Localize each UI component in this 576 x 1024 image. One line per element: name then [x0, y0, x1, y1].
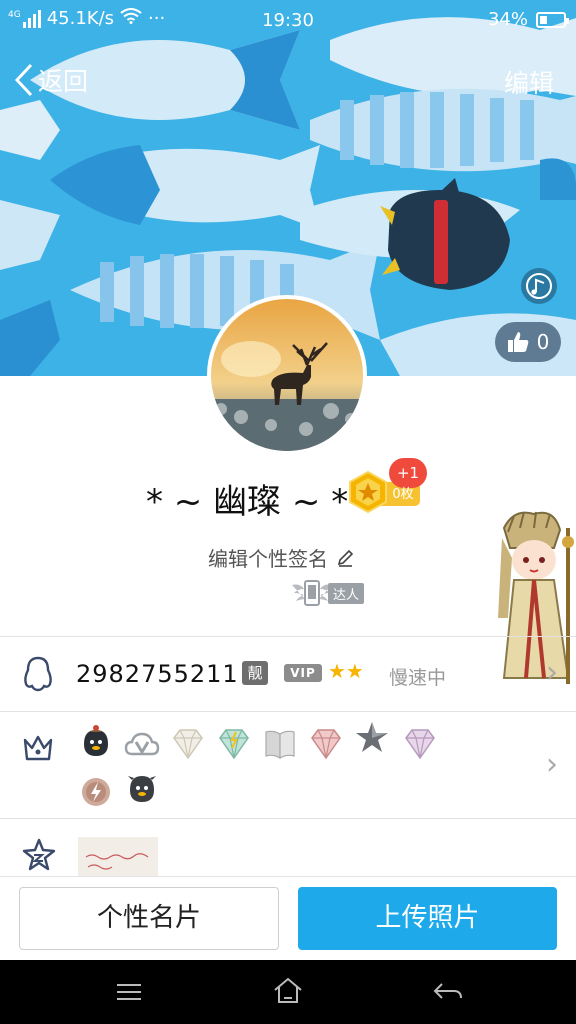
- diamond-white-badge: [173, 729, 203, 760]
- medal-plus-badge: +1: [389, 458, 427, 488]
- status-right: 34%: [487, 9, 569, 30]
- top-nav: 返回 编辑: [0, 52, 576, 108]
- lightning-badge: [82, 778, 110, 806]
- signature-label: 编辑个性签名: [208, 547, 328, 571]
- penguin-small-badge: [128, 776, 156, 802]
- menu-icon[interactable]: [114, 980, 144, 1004]
- nickname: * ~ 幽璨 ~ *: [146, 482, 349, 522]
- battery-percent: 34%: [487, 9, 528, 30]
- divider: [0, 818, 576, 819]
- pencil-icon: [337, 549, 354, 567]
- upload-photo-button[interactable]: 上传照片: [298, 887, 557, 950]
- penguin-icon: [24, 656, 52, 692]
- photo-wall-row[interactable]: [0, 820, 576, 883]
- bottom-action-bar: 个性名片 上传照片: [0, 876, 576, 960]
- name-row: * ~ 幽璨 ~ *: [0, 470, 576, 522]
- chevron-right-icon: ›: [546, 655, 558, 690]
- vip-stars: ★★: [328, 659, 364, 683]
- crown-icon: [23, 735, 53, 761]
- back-label: 返回: [38, 67, 89, 96]
- status-bar: 4G 45.1K/s ··· 19:30 34%: [0, 0, 576, 40]
- diamond-red-badge: [311, 729, 341, 760]
- star-dark-badge: [356, 722, 388, 752]
- music-note-icon: [526, 273, 552, 299]
- avatar[interactable]: [207, 295, 367, 455]
- battery-icon: [536, 11, 569, 28]
- music-button[interactable]: [521, 268, 557, 304]
- thumbs-up-icon: [507, 332, 528, 352]
- star-outline-icon: [22, 838, 56, 871]
- liang-badge: 靓: [242, 661, 268, 685]
- book-badge: [265, 730, 295, 760]
- battery-fill: [540, 15, 547, 24]
- qq-info-row[interactable]: 2982755211 靓 VIP ★★ 慢速中 ›: [0, 638, 576, 710]
- like-count: 0: [536, 330, 550, 354]
- profile-card-button[interactable]: 个性名片: [19, 887, 279, 950]
- qq-number: 2982755211: [76, 660, 239, 688]
- chevron-left-icon: [14, 63, 33, 97]
- cloud-v-badge: [124, 732, 160, 756]
- like-button[interactable]: 0: [495, 322, 561, 362]
- edit-button[interactable]: 编辑: [504, 64, 554, 100]
- back-nav-icon[interactable]: [432, 980, 464, 1004]
- diamond-green-badge: [219, 729, 249, 760]
- medal-count: 0枚: [392, 487, 414, 502]
- divider: [0, 636, 576, 637]
- penguin-hat-badge: [84, 725, 108, 756]
- back-button[interactable]: 返回: [14, 62, 88, 98]
- daren-badge[interactable]: 达人: [290, 577, 365, 609]
- diamond-purple-badge: [405, 729, 435, 760]
- badges-row[interactable]: ›: [0, 712, 576, 818]
- signature-edit[interactable]: 编辑个性签名: [208, 543, 354, 572]
- system-nav-bar: [0, 960, 576, 1024]
- daren-tag: 达人: [328, 582, 365, 604]
- chevron-right-icon: ›: [546, 747, 558, 782]
- deer-avatar-image: [211, 299, 363, 451]
- speed-status: 慢速中: [389, 667, 447, 689]
- vip-badge: VIP: [284, 664, 322, 682]
- home-icon[interactable]: [272, 976, 304, 1006]
